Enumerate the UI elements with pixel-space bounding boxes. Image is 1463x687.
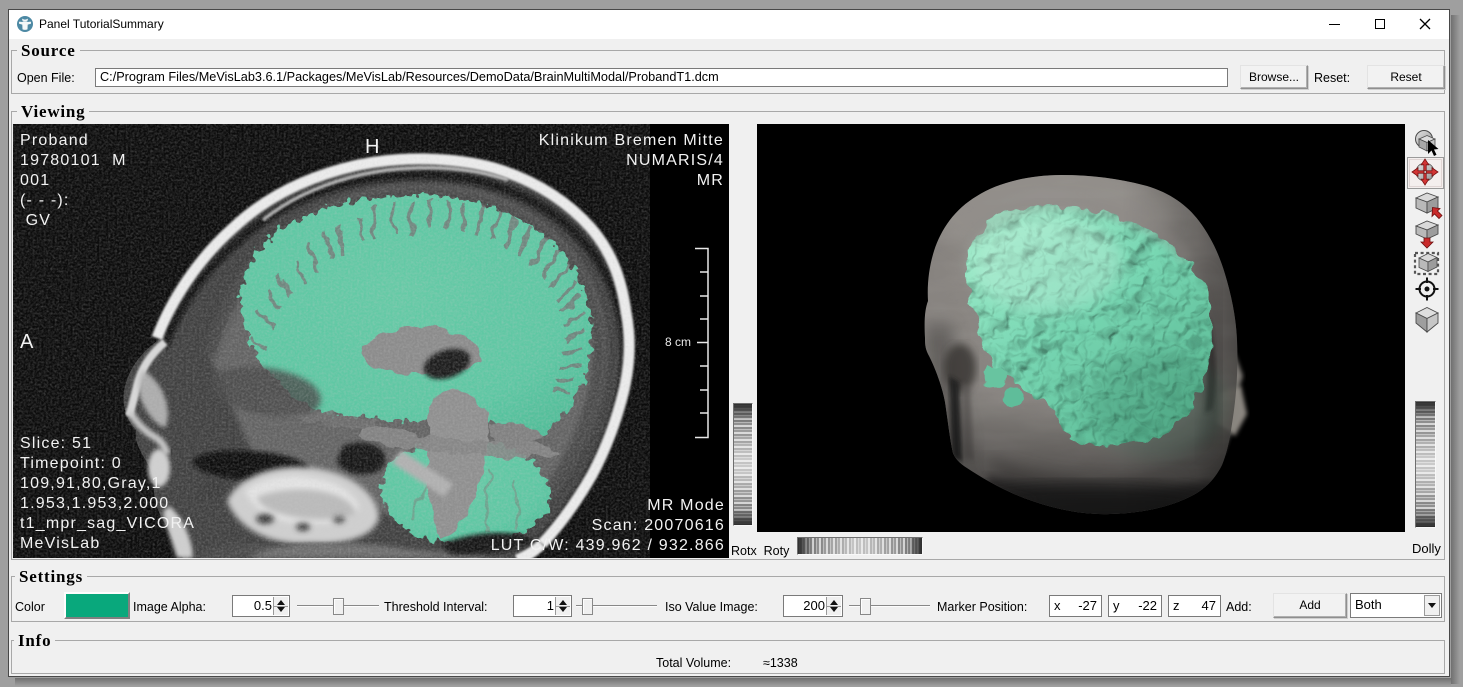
svg-text:8 cm: 8 cm (665, 335, 691, 349)
